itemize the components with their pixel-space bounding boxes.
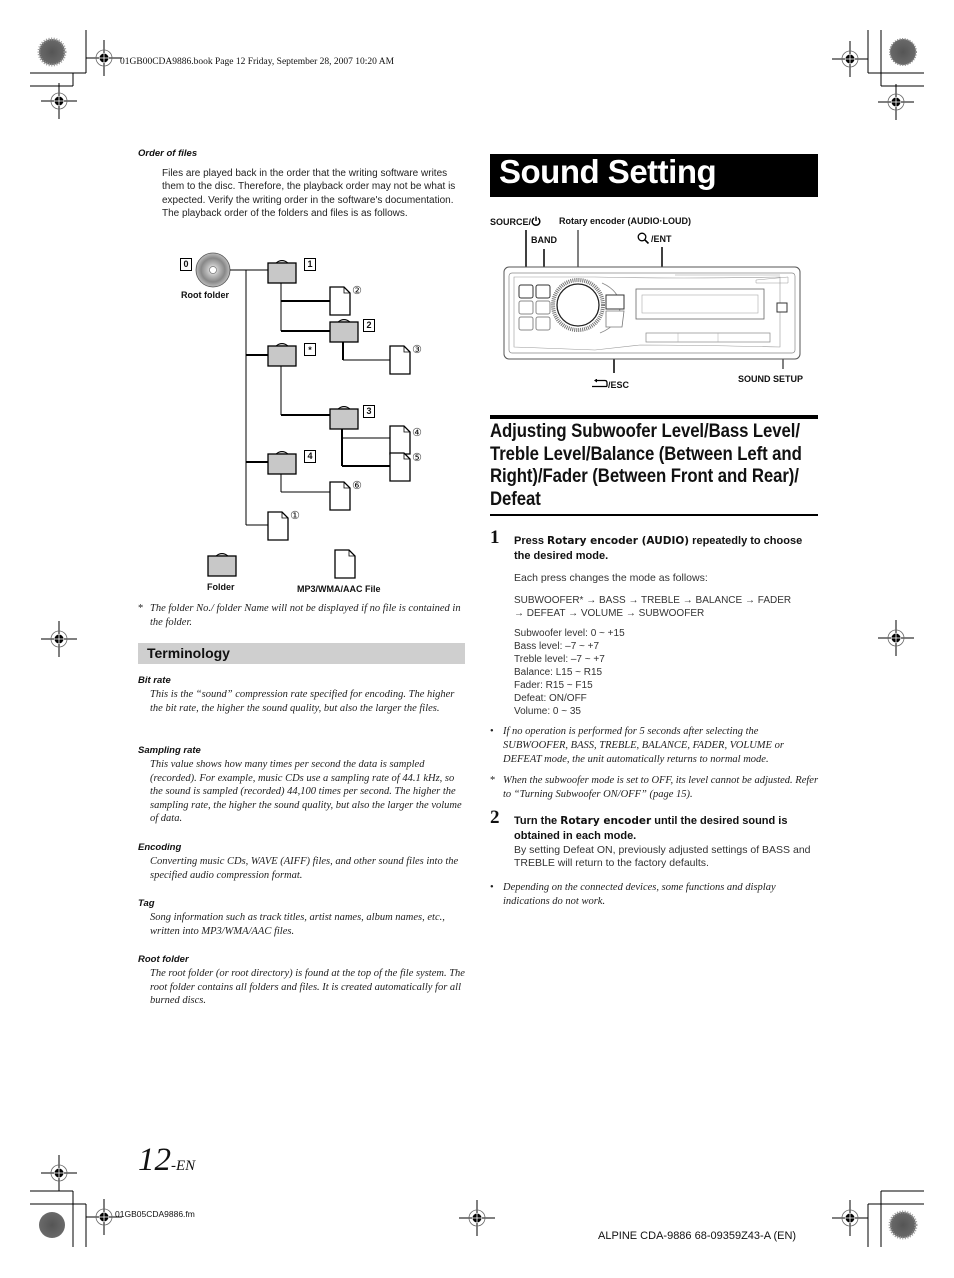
term-definition: Song information such as track titles, a… bbox=[150, 912, 445, 937]
file-icon bbox=[329, 286, 351, 316]
esc-button bbox=[605, 310, 625, 328]
term-title: Tag bbox=[138, 898, 155, 909]
preset-button bbox=[518, 300, 534, 315]
legend-folder-label: Folder bbox=[207, 582, 235, 592]
range-item: Fader: R15 ~ F15 bbox=[514, 680, 593, 691]
folder-number-box: * bbox=[304, 343, 316, 356]
mode-ranges-list: Subwoofer level: 0 ~ +15 Bass level: –7 … bbox=[514, 627, 625, 718]
term-definition: This is the “sound” compression rate spe… bbox=[150, 689, 455, 714]
source-power-button bbox=[518, 284, 534, 299]
footnote-text: The folder No./ folder Name will not be … bbox=[150, 603, 461, 628]
step-number: 2 bbox=[490, 807, 500, 828]
root-folder-label: Root folder bbox=[181, 290, 229, 300]
registration-disc-top-right bbox=[889, 38, 917, 66]
legend-file-label: MP3/WMA/AAC File bbox=[297, 584, 381, 594]
file-icon bbox=[329, 481, 351, 511]
order-of-files-title: Order of files bbox=[138, 148, 198, 159]
term-definition: This value shows how many times per seco… bbox=[150, 759, 462, 825]
file-number: ⑥ bbox=[352, 479, 362, 492]
crosshair-icon bbox=[877, 83, 915, 121]
band-button bbox=[535, 284, 551, 299]
file-icon bbox=[389, 452, 411, 482]
registration-disc-bottom-left bbox=[39, 1212, 65, 1238]
range-item: Treble level: –7 ~ +7 bbox=[514, 654, 605, 665]
folder-icon bbox=[329, 405, 359, 430]
footnote-mark: * bbox=[138, 603, 144, 614]
ent-button bbox=[605, 294, 625, 310]
folder-tree-lines bbox=[195, 252, 411, 579]
file-number: ④ bbox=[412, 426, 422, 439]
root-number-box: 0 bbox=[180, 258, 192, 271]
subsection-rule-bottom bbox=[490, 514, 818, 516]
term-title: Encoding bbox=[138, 842, 182, 853]
term-title: Root folder bbox=[138, 954, 189, 965]
order-of-files-body: Files are played back in the order that … bbox=[162, 168, 456, 220]
file-icon bbox=[389, 345, 411, 375]
footer-model-line: ALPINE CDA-9886 68-09359Z43-A (EN) bbox=[598, 1230, 797, 1242]
folder-footnote: * The folder No./ folder Name will not b… bbox=[138, 602, 468, 629]
step-2-instruction: Turn the Rotary encoder until the desire… bbox=[514, 815, 788, 842]
crosshair-icon bbox=[40, 1154, 78, 1192]
folder-number-box: 3 bbox=[363, 405, 375, 418]
preset-button bbox=[535, 300, 551, 315]
range-item: Volume: 0 ~ 35 bbox=[514, 706, 581, 717]
crosshair-icon bbox=[877, 619, 915, 657]
preset-button bbox=[518, 316, 534, 331]
crosshair-icon bbox=[458, 1199, 496, 1237]
crosshair-icon bbox=[40, 620, 78, 658]
devices-note: • Depending on the connected devices, so… bbox=[490, 882, 776, 907]
registration-disc-top-left bbox=[37, 37, 67, 67]
book-header: 01GB00CDA9886.book Page 12 Friday, Septe… bbox=[120, 57, 395, 67]
range-item: Balance: L15 ~ R15 bbox=[514, 667, 603, 678]
preset-button bbox=[535, 316, 551, 331]
range-item: Defeat: ON/OFF bbox=[514, 693, 587, 704]
term-definition: The root folder (or root directory) is f… bbox=[150, 968, 465, 1007]
term-title: Sampling rate bbox=[138, 745, 201, 756]
mode-sequence: SUBWOOFER* → BASS → TREBLE → BALANCE → F… bbox=[514, 595, 792, 619]
step-1-instruction: Press Rotary encoder (AUDIO) repeatedly … bbox=[514, 535, 803, 562]
rotary-encoder-keyword: Rotary encoder bbox=[560, 815, 652, 827]
crosshair-icon bbox=[40, 82, 78, 120]
step-2-body: By setting Defeat ON, previously adjuste… bbox=[514, 844, 811, 870]
term-definition: Converting music CDs, WAVE (AIFF) files,… bbox=[150, 856, 459, 881]
legend-folder-icon bbox=[207, 552, 237, 577]
crosshair-icon bbox=[85, 39, 123, 77]
subsection-title: Adjusting Subwoofer Level/Bass Level/ Tr… bbox=[490, 420, 802, 510]
legend-file-icon bbox=[334, 549, 356, 579]
section-title: Sound Setting bbox=[499, 153, 717, 190]
page-number: 12-EN bbox=[138, 1142, 196, 1178]
footer-file-name: 01GB05CDA9886.fm bbox=[115, 1209, 195, 1219]
folder-number-box: 2 bbox=[363, 319, 375, 332]
timeout-note: • If no operation is performed for 5 sec… bbox=[490, 726, 784, 765]
crosshair-icon bbox=[831, 1199, 869, 1237]
registration-disc-bottom-right bbox=[888, 1210, 918, 1240]
file-icon bbox=[267, 511, 289, 541]
subwoofer-note: * When the subwoofer mode is set to OFF,… bbox=[490, 775, 819, 800]
folder-tree-diagram: 0 Root folder 1 2 * 3 4 ② ③ ④ ⑤ ⑥ ① Fold… bbox=[170, 250, 460, 600]
rotary-encoder-keyword: Rotary encoder (AUDIO) bbox=[547, 535, 690, 547]
range-item: Bass level: –7 ~ +7 bbox=[514, 641, 600, 652]
file-number: ① bbox=[290, 509, 300, 522]
cd-disc-icon bbox=[195, 252, 231, 288]
file-number: ② bbox=[352, 284, 362, 297]
folder-number-box: 4 bbox=[304, 450, 316, 463]
term-title: Bit rate bbox=[138, 675, 171, 686]
folder-icon bbox=[267, 450, 297, 475]
subsection-rule-top bbox=[490, 415, 818, 419]
terminology-title: Terminology bbox=[147, 645, 230, 661]
head-unit-illustration bbox=[503, 230, 801, 373]
file-number: ⑤ bbox=[412, 451, 422, 464]
step-1-intro: Each press changes the mode as follows: bbox=[514, 572, 708, 584]
file-icon bbox=[389, 425, 411, 455]
display-window bbox=[635, 288, 765, 320]
folder-icon bbox=[267, 259, 297, 284]
folder-icon bbox=[329, 318, 359, 343]
sound-setup-button bbox=[776, 302, 788, 313]
file-number: ③ bbox=[412, 343, 422, 356]
folder-number-box: 1 bbox=[304, 258, 316, 271]
folder-icon bbox=[267, 342, 297, 367]
step-number: 1 bbox=[490, 527, 500, 548]
crosshair-icon bbox=[831, 40, 869, 78]
range-item: Subwoofer level: 0 ~ +15 bbox=[514, 628, 625, 639]
